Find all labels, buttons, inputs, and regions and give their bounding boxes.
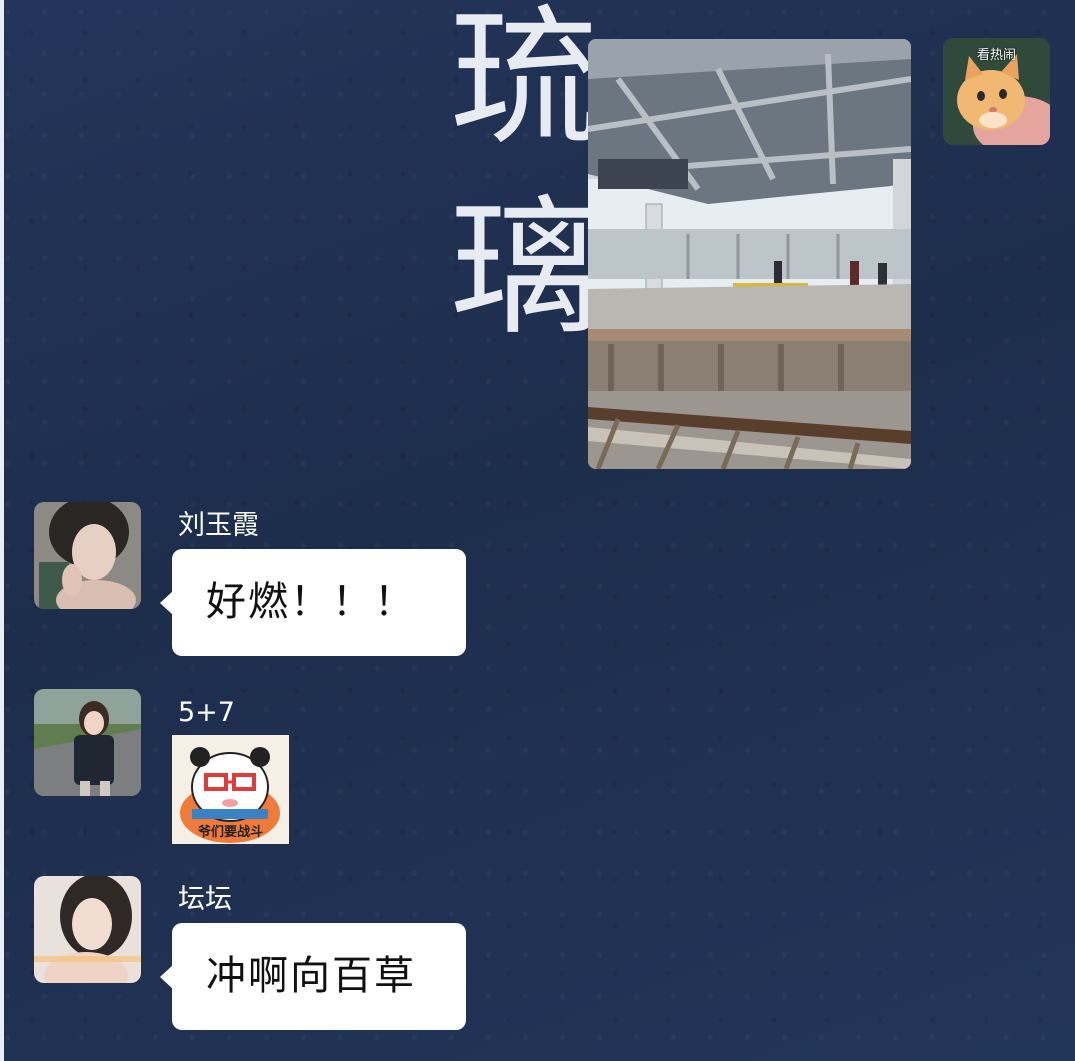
message-bubble[interactable]: 好燃！！！ xyxy=(160,549,466,656)
sticker-message-panda[interactable]: 爷们要战斗 xyxy=(172,735,289,844)
avatar-tantan[interactable] xyxy=(34,876,141,983)
wallpaper-glyph-1: 琉 xyxy=(450,0,600,166)
avatar-liu-yuxia[interactable] xyxy=(34,502,141,609)
window-edge xyxy=(0,0,4,1061)
image-message-train-platform[interactable] xyxy=(588,39,911,469)
avatar-sticker-caption: 看热闹 xyxy=(976,48,1016,63)
avatar-photo-5-plus-7 xyxy=(34,689,141,796)
avatar-photo-tantan xyxy=(34,876,141,983)
sender-name: 5+7 xyxy=(178,697,235,728)
sender-name: 坛坛 xyxy=(178,884,232,915)
wallpaper-glyph-2: 璃 xyxy=(450,182,600,356)
wallpaper-calligraphy: 琉 璃 xyxy=(450,0,600,356)
sender-name: 刘玉霞 xyxy=(178,510,259,541)
avatar-5-plus-7[interactable] xyxy=(34,689,141,796)
message-bubble[interactable]: 冲啊向百草 xyxy=(160,923,466,1030)
avatar-photo-liu-yuxia xyxy=(34,502,141,609)
sticker-caption: 爷们要战斗 xyxy=(197,825,263,840)
train-platform-photo xyxy=(588,39,911,469)
my-avatar[interactable]: 看热闹 xyxy=(943,38,1050,145)
